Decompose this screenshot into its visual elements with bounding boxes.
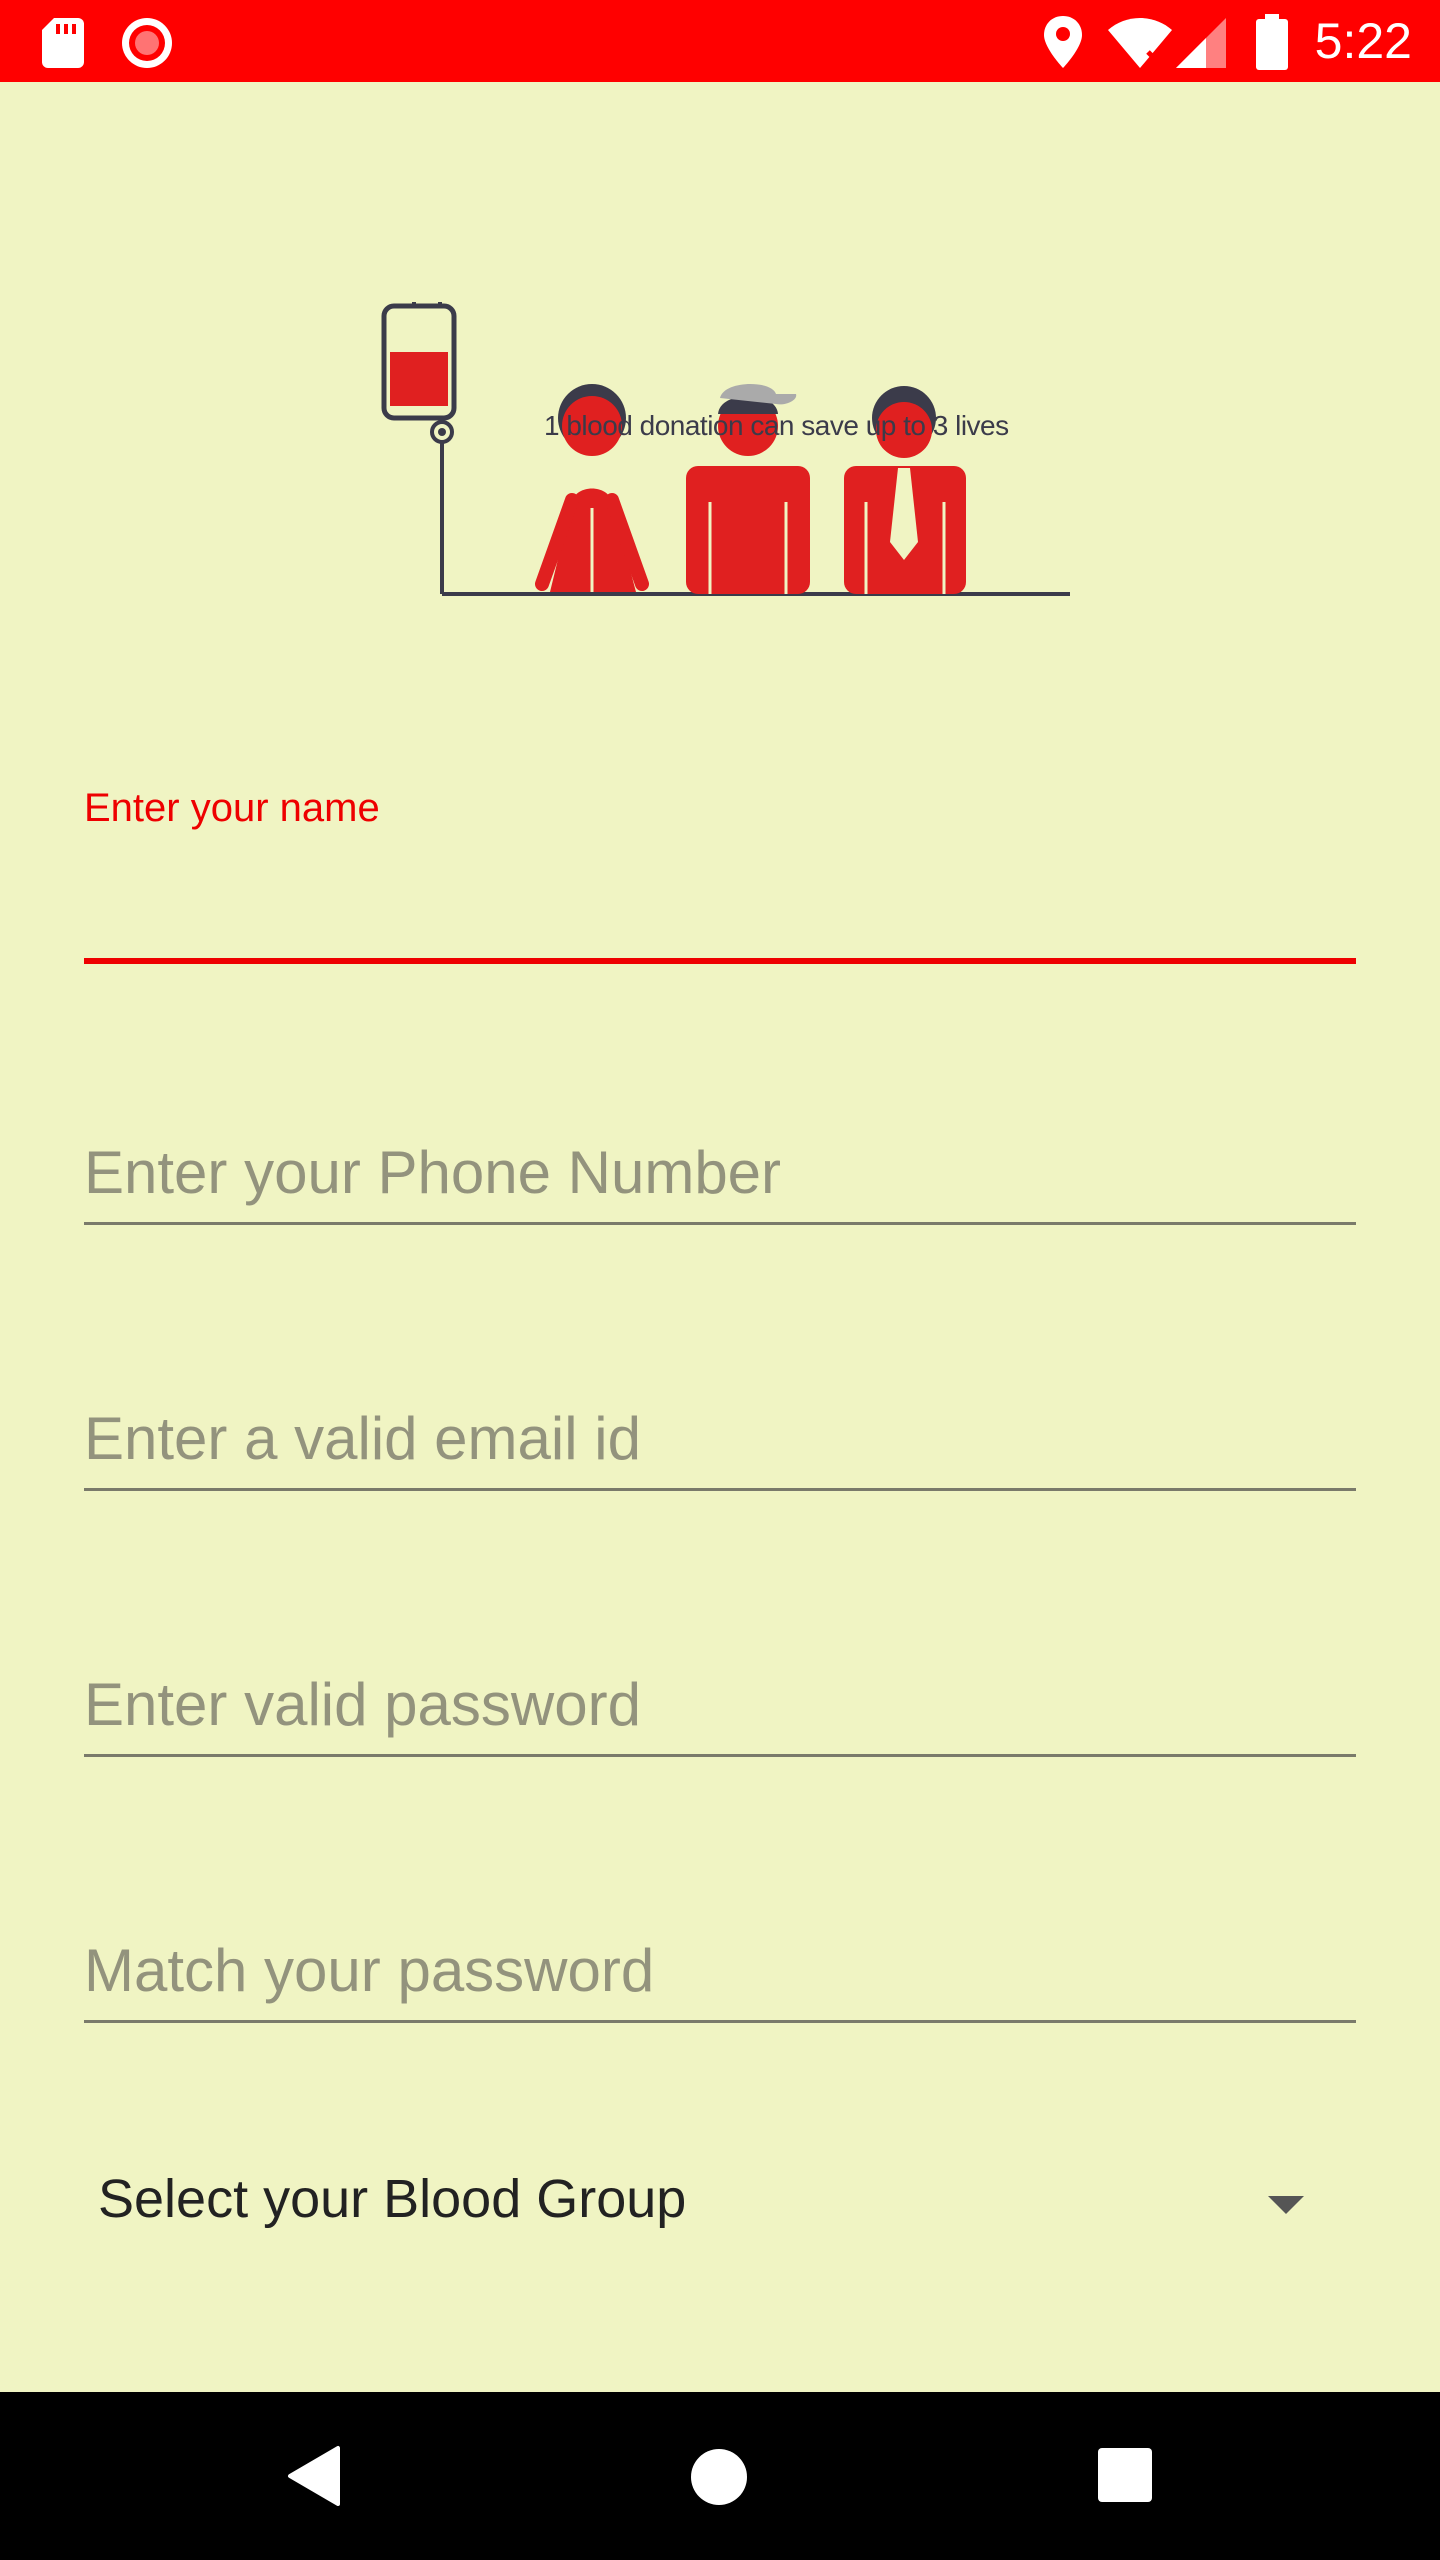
hero-illustration: 1 blood donation can save up to 3 lives <box>380 302 1100 702</box>
password-field[interactable] <box>84 1654 1356 1764</box>
cell-signal-icon <box>1176 18 1226 68</box>
hero-caption: 1 blood donation can save up to 3 lives <box>544 410 1009 441</box>
blood-group-selected: Select your Blood Group <box>98 2169 687 2229</box>
recents-icon[interactable] <box>1098 2448 1152 2502</box>
confirm-password-field-underline <box>84 2020 1356 2023</box>
home-icon[interactable] <box>690 2448 748 2506</box>
dropdown-arrow-icon <box>1268 2196 1304 2214</box>
email-field-underline <box>84 1488 1356 1491</box>
battery-icon <box>1256 14 1288 70</box>
status-time: 5:22 <box>1314 13 1412 69</box>
location-icon <box>1044 16 1082 68</box>
confirm-password-input[interactable] <box>84 1920 1356 2020</box>
blood-group-dropdown[interactable]: Select your Blood Group <box>84 2148 1356 2248</box>
wifi-icon <box>1108 18 1172 68</box>
name-field[interactable]: Enter your name <box>84 786 1356 966</box>
name-field-underline <box>84 958 1356 964</box>
blood-bag-and-three-people-illustration <box>381 302 1070 596</box>
back-icon[interactable] <box>286 2444 342 2508</box>
name-field-label: Enter your name <box>84 786 380 830</box>
email-field[interactable] <box>84 1388 1356 1498</box>
record-icon <box>122 18 172 68</box>
password-field-underline <box>84 1754 1356 1757</box>
registration-form: 1 blood donation can save up to 3 lives … <box>0 82 1440 2392</box>
confirm-password-field[interactable] <box>84 1920 1356 2030</box>
phone-field[interactable] <box>84 1122 1356 1232</box>
phone-field-underline <box>84 1222 1356 1225</box>
password-input[interactable] <box>84 1654 1356 1754</box>
sd-card-icon <box>42 18 84 68</box>
phone-input[interactable] <box>84 1122 1356 1222</box>
navigation-bar <box>0 2392 1440 2560</box>
status-bar: 5:22 <box>0 0 1440 82</box>
email-input[interactable] <box>84 1388 1356 1488</box>
name-input[interactable] <box>84 856 1356 936</box>
